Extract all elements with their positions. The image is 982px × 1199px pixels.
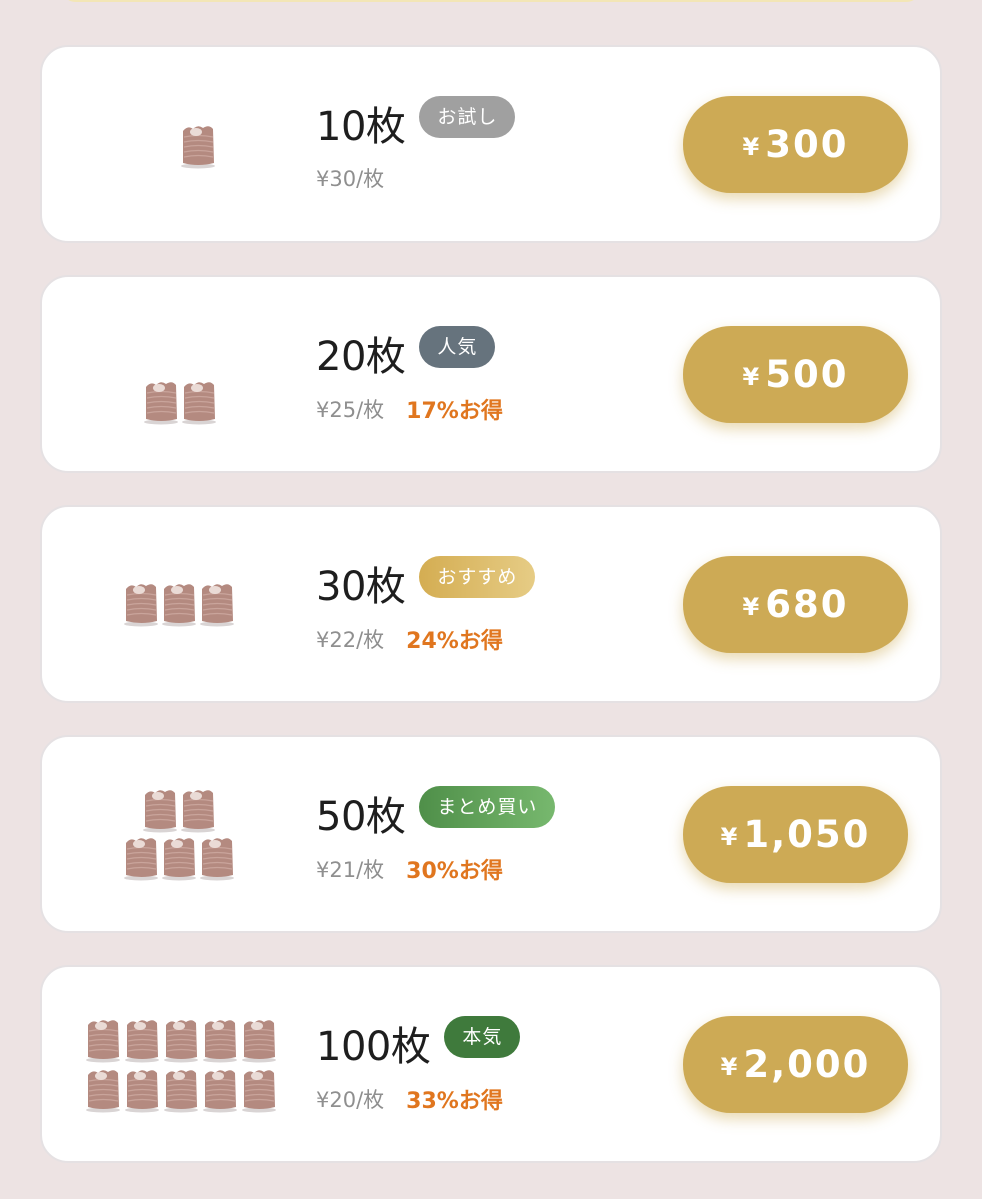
- unit-price: ¥30/枚: [316, 167, 385, 191]
- plan-badge: お試し: [419, 96, 516, 138]
- currency-symbol: ¥: [742, 362, 762, 391]
- paper-stack-icon: [240, 1015, 278, 1063]
- plan-info: 100枚 本気 ¥20/枚 33%お得: [316, 1016, 521, 1115]
- discount-label: 30%お得: [406, 859, 503, 884]
- paper-stack-icon: [84, 1065, 122, 1113]
- plan-list: 10枚 お試し ¥30/枚 ¥300 20枚 人気 ¥25/枚 17%お得 ¥5: [40, 45, 942, 1195]
- plan-quantity: 10枚: [316, 104, 406, 150]
- paper-pile-10: [68, 47, 280, 241]
- plan-sub-row: ¥22/枚 24%お得: [316, 623, 535, 655]
- plan-badge: 人気: [419, 326, 496, 368]
- buy-button-10[interactable]: ¥300: [683, 96, 908, 193]
- paper-pile-100: [68, 967, 280, 1161]
- plan-badge: まとめ買い: [419, 786, 556, 828]
- paper-stack-icon: [179, 785, 217, 833]
- buy-button-50[interactable]: ¥1,050: [683, 786, 908, 883]
- paper-stack-icon: [201, 1065, 239, 1113]
- paper-stack-icon: [122, 833, 160, 881]
- plan-card-50[interactable]: 50枚 まとめ買い ¥21/枚 30%お得 ¥1,050: [40, 735, 942, 933]
- plan-sub-row: ¥21/枚 30%お得: [316, 853, 555, 885]
- plan-quantity: 30枚: [316, 564, 406, 610]
- buy-button-30[interactable]: ¥680: [683, 556, 908, 653]
- plan-title-row: 20枚 人気: [316, 326, 503, 380]
- paper-stack-icon: [142, 377, 180, 425]
- plan-card-30[interactable]: 30枚 おすすめ ¥22/枚 24%お得 ¥680: [40, 505, 942, 703]
- plan-info: 30枚 おすすめ ¥22/枚 24%お得: [316, 556, 536, 655]
- paper-stack-icon: [162, 1065, 200, 1113]
- plan-card-20[interactable]: 20枚 人気 ¥25/枚 17%お得 ¥500: [40, 275, 942, 473]
- price-label: 680: [765, 583, 849, 626]
- unit-price: ¥20/枚: [316, 1088, 385, 1112]
- paper-stack-icon: [84, 1015, 122, 1063]
- paper-stack-icon: [123, 1065, 161, 1113]
- paper-stack-icon: [122, 579, 160, 627]
- currency-symbol: ¥: [742, 592, 762, 621]
- plan-title-row: 10枚 お試し: [316, 96, 516, 150]
- paper-stack-icon: [160, 833, 198, 881]
- plan-info: 10枚 お試し ¥30/枚: [316, 96, 516, 193]
- discount-label: 24%お得: [406, 629, 503, 654]
- currency-symbol: ¥: [720, 822, 740, 851]
- paper-stack-icon: [201, 1015, 239, 1063]
- plan-card-100[interactable]: 100枚 本気 ¥20/枚 33%お得 ¥2,000: [40, 965, 942, 1163]
- plan-title-row: 30枚 おすすめ: [316, 556, 536, 610]
- plan-title-row: 50枚 まとめ買い: [316, 786, 556, 840]
- paper-stack-icon: [123, 1015, 161, 1063]
- currency-symbol: ¥: [742, 132, 762, 161]
- plan-info: 50枚 まとめ買い ¥21/枚 30%お得: [316, 786, 556, 885]
- paper-stack-icon: [240, 1065, 278, 1113]
- plan-card-10[interactable]: 10枚 お試し ¥30/枚 ¥300: [40, 45, 942, 243]
- paper-stack-icon: [160, 579, 198, 627]
- plan-sub-row: ¥30/枚: [316, 163, 515, 193]
- paper-pile-30: [68, 507, 280, 701]
- currency-symbol: ¥: [720, 1052, 740, 1081]
- plan-badge: おすすめ: [419, 556, 536, 598]
- buy-button-100[interactable]: ¥2,000: [683, 1016, 908, 1113]
- price-label: 1,050: [743, 813, 871, 856]
- paper-stack-icon: [198, 579, 236, 627]
- paper-stack-icon: [180, 377, 218, 425]
- plan-badge: 本気: [444, 1016, 521, 1058]
- price-label: 2,000: [743, 1043, 871, 1086]
- paper-stack-icon: [198, 833, 236, 881]
- plan-sub-row: ¥25/枚 17%お得: [316, 393, 503, 425]
- plan-quantity: 50枚: [316, 794, 406, 840]
- discount-label: 17%お得: [406, 399, 503, 424]
- unit-price: ¥22/枚: [316, 628, 385, 652]
- plan-info: 20枚 人気 ¥25/枚 17%お得: [316, 326, 503, 425]
- top-panel-edge: [60, 0, 922, 2]
- unit-price: ¥21/枚: [316, 858, 385, 882]
- plan-sub-row: ¥20/枚 33%お得: [316, 1083, 520, 1115]
- price-label: 300: [765, 123, 849, 166]
- plan-quantity: 20枚: [316, 334, 406, 380]
- buy-button-20[interactable]: ¥500: [683, 326, 908, 423]
- plan-title-row: 100枚 本気: [316, 1016, 521, 1070]
- paper-pile-50: [68, 737, 280, 931]
- price-label: 500: [765, 353, 849, 396]
- unit-price: ¥25/枚: [316, 398, 385, 422]
- paper-stack-icon: [141, 785, 179, 833]
- paper-stack-icon: [162, 1015, 200, 1063]
- paper-pile-20: [68, 277, 280, 471]
- plan-quantity: 100枚: [316, 1024, 431, 1070]
- paper-stack-icon: [179, 121, 217, 169]
- discount-label: 33%お得: [406, 1089, 503, 1114]
